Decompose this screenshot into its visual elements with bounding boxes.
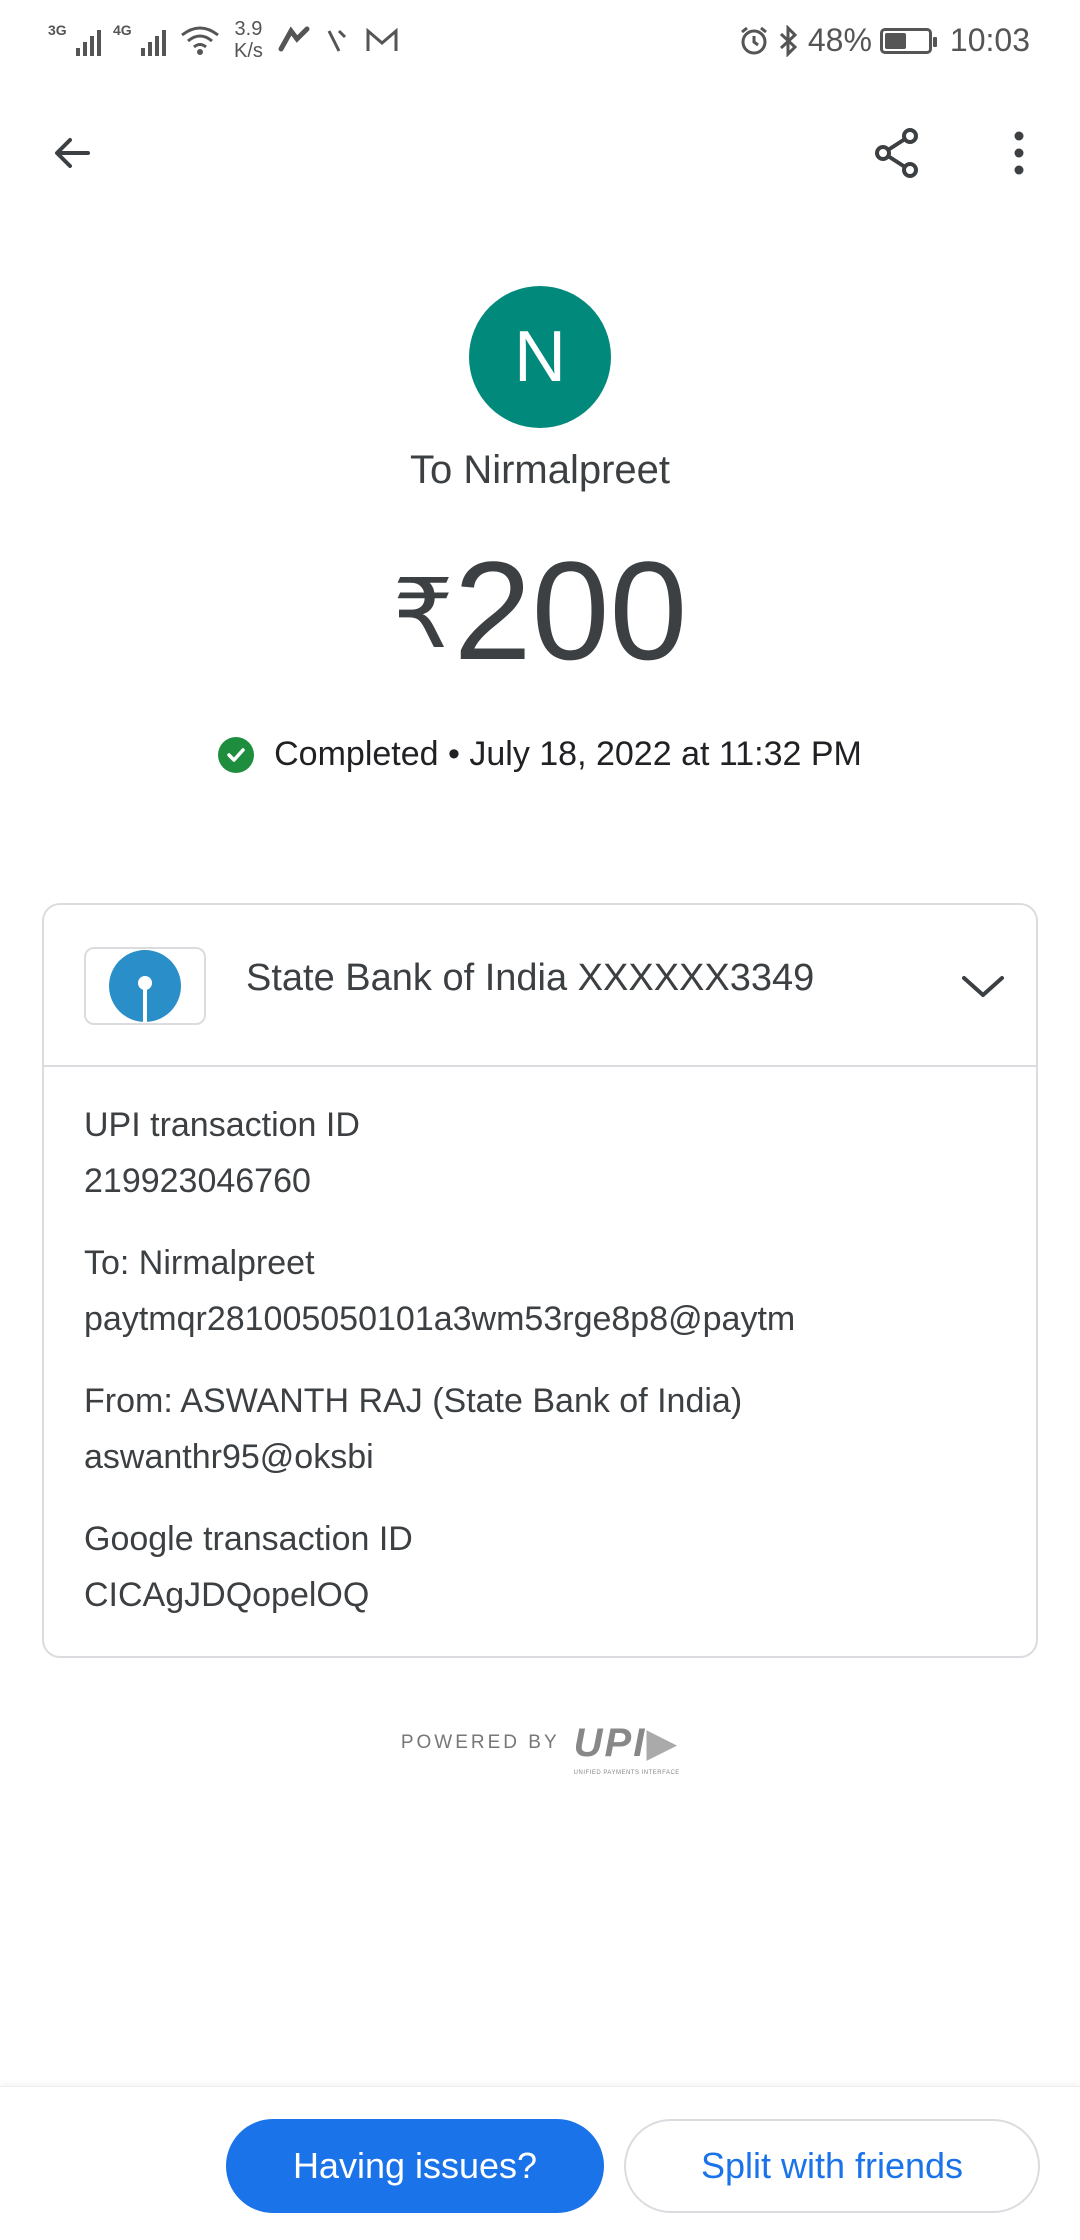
speed-unit: K/s <box>234 40 263 62</box>
speed-value: 3.9 <box>234 18 263 40</box>
bottom-action-bar: Having issues? Split with friends <box>0 2086 1080 2240</box>
back-button[interactable] <box>27 108 117 198</box>
detail-value[interactable]: 219923046760 <box>84 1153 360 1209</box>
battery-icon <box>879 27 937 54</box>
powered-by-upi: POWERED BY UPI▶ UNIFIED PAYMENTS INTERFA… <box>0 1720 1080 1776</box>
network-speed: 3.9 K/s <box>234 18 263 62</box>
bluetooth-icon <box>779 24 798 57</box>
transaction-details-card: State Bank of India XXXXXX3349 UPI trans… <box>42 903 1038 1658</box>
alarm-icon <box>740 26 767 54</box>
notification-icon <box>327 29 346 52</box>
upi-logo: UPI▶ UNIFIED PAYMENTS INTERFACE <box>573 1721 680 1776</box>
upi-transaction-id: UPI transaction ID 219923046760 <box>84 1097 360 1209</box>
signal-3g-icon: 3G <box>48 22 101 56</box>
recipient-details: To: Nirmalpreet paytmqr281005050101a3wm5… <box>84 1235 795 1347</box>
payee-name: To Nirmalpreet <box>409 448 671 492</box>
wifi-icon <box>181 26 219 55</box>
currency-symbol: ₹ <box>392 561 454 668</box>
detail-value[interactable]: CICAgJDQopelOQ <box>84 1567 413 1623</box>
check-circle-icon <box>218 736 255 773</box>
powered-by-text: POWERED BY <box>400 1732 560 1753</box>
google-transaction-id: Google transaction ID CICAgJDQopelOQ <box>84 1511 413 1623</box>
share-icon <box>875 128 918 178</box>
detail-label: UPI transaction ID <box>84 1106 360 1144</box>
status-bar-left: 3G 4G 3.9 K/s <box>48 18 399 62</box>
chevron-down-icon <box>962 976 1004 997</box>
clock: 10:03 <box>949 22 1030 58</box>
network-type-4g: 4G <box>113 22 132 38</box>
app-notification-icon <box>278 26 310 52</box>
bank-logo <box>84 947 206 1025</box>
status-separator: • <box>448 735 460 773</box>
status-bar: 3G 4G 3.9 K/s 48% 10:03 <box>0 0 1080 80</box>
transaction-status: Completed • July 18, 2022 at 11:32 PM <box>0 735 1080 774</box>
sender-details: From: ASWANTH RAJ (State Bank of India) … <box>84 1373 742 1485</box>
upi-logo-text: UPI <box>573 1721 647 1765</box>
upi-tagline: UNIFIED PAYMENTS INTERFACE <box>573 1770 680 1776</box>
signal-4g-icon: 4G <box>113 22 166 56</box>
detail-value[interactable]: aswanthr95@oksbi <box>84 1429 742 1485</box>
having-issues-button[interactable]: Having issues? <box>226 2119 604 2213</box>
bank-account-row[interactable]: State Bank of India XXXXXX3349 <box>44 905 1036 1067</box>
share-button[interactable] <box>852 108 942 198</box>
payee-avatar: N <box>469 286 611 428</box>
detail-value[interactable]: paytmqr281005050101a3wm53rge8p8@paytm <box>84 1291 795 1347</box>
amount: ₹200 <box>0 530 1080 692</box>
gmail-icon <box>366 27 398 51</box>
more-options-button[interactable] <box>974 108 1064 198</box>
amount-value: 200 <box>453 532 688 689</box>
transaction-datetime: July 18, 2022 at 11:32 PM <box>469 735 862 773</box>
status-bar-right: 48% 10:03 <box>738 22 1030 59</box>
more-vert-icon <box>1014 131 1024 175</box>
detail-label: From: ASWANTH RAJ (State Bank of India) <box>84 1382 743 1420</box>
detail-label: To: Nirmalpreet <box>84 1244 315 1282</box>
split-with-friends-button[interactable]: Split with friends <box>624 2119 1040 2213</box>
battery-percentage: 48% <box>807 22 872 58</box>
bank-account-name: State Bank of India XXXXXX3349 <box>246 957 815 999</box>
detail-label: Google transaction ID <box>84 1520 413 1558</box>
status-text: Completed <box>274 735 439 773</box>
network-type-3g: 3G <box>48 22 67 38</box>
back-arrow-icon <box>55 138 90 168</box>
sbi-logo-icon <box>109 950 181 1022</box>
expand-button[interactable] <box>948 951 1018 1021</box>
top-app-bar <box>0 100 1080 210</box>
